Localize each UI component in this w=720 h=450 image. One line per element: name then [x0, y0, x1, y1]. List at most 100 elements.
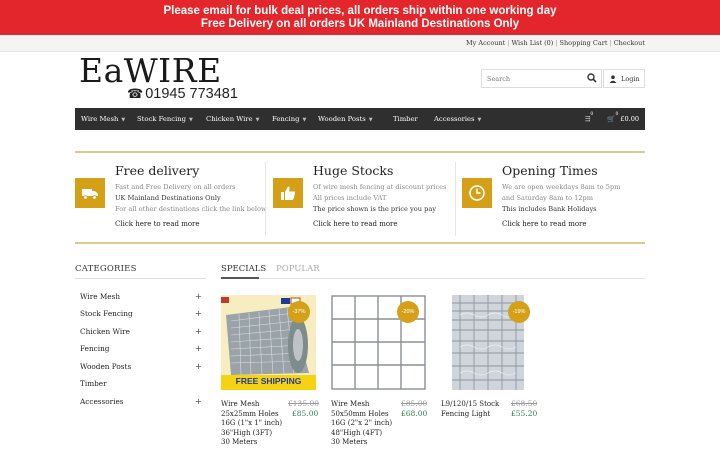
announcement-line-2: Free Delivery on all orders UK Mainland …: [200, 18, 520, 30]
chevron-down-icon: ▼: [121, 117, 126, 123]
tab-popular[interactable]: POPULAR: [276, 264, 320, 274]
feature-read-more-link[interactable]: Click here to read more: [313, 220, 398, 228]
my-account-link[interactable]: My Account: [466, 39, 505, 47]
divider: [75, 151, 645, 153]
expand-icon[interactable]: +: [195, 362, 202, 372]
expand-icon[interactable]: +: [195, 309, 202, 319]
category-chicken-wire[interactable]: Chicken Wire +: [80, 327, 202, 337]
cart-count: 0: [615, 112, 619, 117]
chevron-down-icon: ▼: [255, 117, 260, 123]
nav-item-wooden-posts[interactable]: Wooden Posts ▼: [318, 108, 373, 130]
category-wooden-posts[interactable]: Wooden Posts +: [80, 362, 202, 372]
phone-number: 01945 773481: [145, 86, 238, 102]
divider: |: [507, 39, 510, 47]
nav-label: Accessories: [434, 115, 475, 123]
new-price: £68.00: [401, 409, 428, 418]
active-tab-indicator: [221, 277, 259, 279]
logo-phone: ☎ 01945 773481: [127, 86, 238, 102]
chevron-down-icon: ▼: [302, 117, 307, 123]
feature-title: Opening Times: [502, 163, 598, 178]
divider: [265, 162, 266, 236]
divider: [221, 278, 645, 279]
search-box: [481, 69, 602, 88]
nav-item-stock-fencing[interactable]: Stock Fencing ▼: [137, 108, 193, 130]
expand-icon[interactable]: +: [195, 344, 202, 354]
divider: [75, 242, 645, 244]
nav-label: Chicken Wire: [206, 115, 253, 123]
feature-huge-stocks: Huge Stocks Of wire mesh fencing at disc…: [273, 160, 453, 238]
announcement-line-1: Please email for bulk deal prices, all o…: [163, 5, 557, 17]
divider: |: [555, 39, 558, 47]
shopping-cart-link[interactable]: Shopping Cart: [560, 39, 608, 47]
feature-line: UK Mainland Destinations Only: [115, 194, 221, 202]
expand-icon[interactable]: +: [195, 397, 202, 407]
search-icon[interactable]: [587, 73, 597, 83]
category-timber[interactable]: Timber: [80, 379, 202, 388]
free-shipping-banner: FREE SHIPPING: [235, 376, 302, 386]
feature-line: The price shown is the price you pay: [313, 205, 436, 213]
divider: |: [609, 39, 612, 47]
cart-total: £0.00: [620, 115, 639, 123]
nav-label: Stock Fencing: [137, 115, 187, 123]
feature-line: Of wire mesh fencing at discount prices: [313, 183, 447, 191]
chevron-down-icon: ▼: [189, 117, 193, 123]
categories-heading: CATEGORIES: [75, 264, 137, 274]
discount-badge: -37%: [288, 301, 310, 323]
logo-brand: EaWIRE: [79, 51, 222, 90]
old-price: £68.50: [511, 399, 538, 408]
tab-specials[interactable]: SPECIALS: [221, 264, 266, 274]
feature-line: We are open weekdays 8am to 5pm: [502, 183, 621, 191]
feature-line: and Saturday 8am to 12pm: [502, 194, 594, 202]
feature-read-more-link[interactable]: Click here to read more: [115, 220, 200, 228]
divider: [75, 278, 206, 279]
feature-read-more-link[interactable]: Click here to read more: [502, 220, 587, 228]
old-price: £85.00: [401, 399, 428, 408]
user-icon: [609, 75, 617, 83]
feature-line: All prices include VAT: [313, 194, 387, 202]
announcement-bar: Please email for bulk deal prices, all o…: [0, 0, 720, 35]
product-name[interactable]: Wire Mesh 25x25mm Holes 16G (1"x 1" inch…: [221, 400, 283, 448]
wish-list-link[interactable]: Wish List (0): [511, 39, 553, 47]
cart-button[interactable]: 🛒0 £0.00: [607, 112, 639, 123]
nav-item-fencing[interactable]: Fencing ▼: [272, 108, 306, 130]
category-wire-mesh[interactable]: Wire Mesh +: [80, 292, 202, 302]
chevron-down-icon: ▼: [368, 117, 373, 123]
feature-title: Huge Stocks: [313, 163, 394, 178]
nav-item-chicken-wire[interactable]: Chicken Wire ▼: [206, 108, 259, 130]
category-accessories[interactable]: Accessories +: [80, 397, 202, 407]
nav-item-timber[interactable]: Timber: [393, 108, 418, 130]
discount-badge: -19%: [508, 301, 530, 323]
category-label: Accessories: [80, 397, 124, 406]
site-logo[interactable]: EaWIRE ☎ 01945 773481: [79, 54, 239, 102]
divider: [455, 162, 456, 236]
nav-item-accessories[interactable]: Accessories ▼: [434, 108, 481, 130]
expand-icon[interactable]: +: [195, 292, 202, 302]
nav-label: Fencing: [272, 115, 300, 123]
category-label: Wooden Posts: [80, 362, 132, 371]
utility-bar: My Account | Wish List (0) | Shopping Cart | C…: [0, 35, 720, 52]
category-fencing[interactable]: Fencing +: [80, 344, 202, 354]
category-stock-fencing[interactable]: Stock Fencing +: [80, 309, 202, 319]
nav-label: Wire Mesh: [81, 115, 119, 123]
new-price: £85.00: [292, 409, 319, 418]
main-nav: Wire Mesh ▼ Stock Fencing ▼ Chicken Wire ▼ …: [75, 108, 645, 130]
nav-right: ⇶0 🛒0 £0.00: [585, 108, 639, 130]
compare-button[interactable]: ⇶0: [585, 112, 593, 123]
product-name[interactable]: L9/120/15 Stock Fencing Light: [441, 400, 503, 419]
search-input[interactable]: [482, 70, 582, 87]
old-price: £135.00: [288, 399, 320, 408]
checkout-link[interactable]: Checkout: [614, 39, 645, 47]
nav-label: Timber: [393, 115, 418, 123]
category-label: Fencing: [80, 344, 110, 353]
login-button[interactable]: Login: [603, 69, 645, 88]
nav-item-wire-mesh[interactable]: Wire Mesh ▼: [81, 108, 125, 130]
feature-line: For all other destinations click the lin…: [115, 205, 267, 213]
expand-icon[interactable]: +: [195, 327, 202, 337]
feature-opening-times: Opening Times We are open weekdays 8am t…: [462, 160, 645, 238]
utility-links: My Account | Wish List (0) | Shopping Cart | C…: [466, 39, 645, 47]
feature-icon-box: [273, 178, 303, 208]
chevron-down-icon: ▼: [477, 117, 482, 123]
product-name[interactable]: Wire Mesh 50x50mm Holes 16G (2"x 2" inch…: [331, 400, 393, 448]
new-price: £55.20: [511, 409, 538, 418]
discount-badge: -20%: [397, 301, 419, 323]
